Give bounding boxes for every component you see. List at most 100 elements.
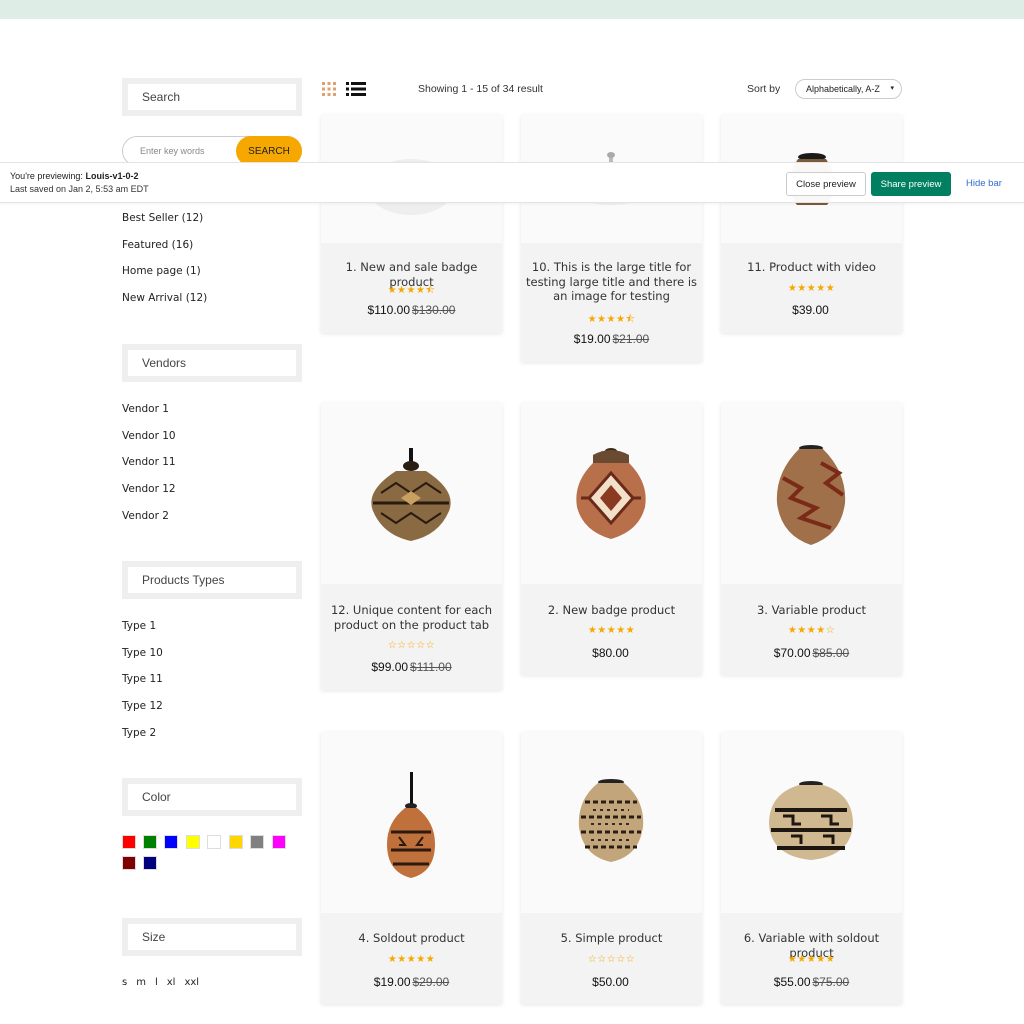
- color-swatch[interactable]: [186, 835, 200, 849]
- product-image-lidded-vase: [576, 448, 646, 539]
- product-card[interactable]: 3. Variable product ★★★★☆ $70.00 $85.00: [721, 403, 902, 675]
- product-price: $39.00: [721, 303, 902, 317]
- current-price: $110.00: [367, 303, 411, 317]
- preview-theme-name: Louis-v1-0-2: [85, 171, 139, 181]
- color-swatch[interactable]: [143, 856, 157, 870]
- product-card[interactable]: 12. Unique content for each product on t…: [321, 403, 502, 690]
- current-price: $55.00: [773, 975, 811, 989]
- type-link[interactable]: Type 11: [122, 672, 163, 699]
- collection-link[interactable]: Home page (1): [122, 264, 207, 291]
- current-price: $70.00: [773, 646, 811, 660]
- type-list: Type 1 Type 10 Type 11 Type 12 Type 2: [122, 619, 163, 752]
- old-price: $75.00: [812, 975, 850, 989]
- vendor-link[interactable]: Vendor 2: [122, 509, 176, 536]
- size-option[interactable]: s: [122, 977, 127, 988]
- color-swatch[interactable]: [122, 835, 136, 849]
- current-price: $39.00: [792, 303, 829, 317]
- old-price: $130.00: [412, 303, 456, 317]
- color-swatch[interactable]: [229, 835, 243, 849]
- product-title[interactable]: 11. Product with video: [725, 260, 898, 275]
- rating-stars: ★★★★⯪: [587, 314, 636, 325]
- list-view-icon[interactable]: [346, 82, 366, 96]
- color-swatch[interactable]: [164, 835, 178, 849]
- share-preview-button[interactable]: Share preview: [871, 172, 951, 196]
- hide-bar-link[interactable]: Hide bar: [966, 178, 1002, 189]
- type-link[interactable]: Type 1: [122, 619, 163, 646]
- preview-status: You're previewing: Louis-v1-0-2: [10, 171, 138, 181]
- product-image[interactable]: [721, 732, 902, 913]
- collection-link[interactable]: New Arrival (12): [122, 291, 207, 318]
- collection-link[interactable]: Featured (16): [122, 238, 207, 265]
- current-price: $99.00: [371, 660, 409, 674]
- color-swatch[interactable]: [143, 835, 157, 849]
- vendor-link[interactable]: Vendor 10: [122, 429, 176, 456]
- old-price: $85.00: [812, 646, 850, 660]
- product-card[interactable]: 1. New and sale badge product ★★★★⯪ $110…: [321, 115, 502, 333]
- size-option[interactable]: xxl: [184, 977, 199, 988]
- sort-value: Alphabetically, A-Z: [806, 84, 880, 94]
- sort-select[interactable]: Alphabetically, A-Z ▾: [795, 79, 902, 99]
- color-swatch[interactable]: [207, 835, 221, 849]
- size-option[interactable]: xl: [167, 977, 176, 988]
- vendors-heading: Vendors: [128, 350, 296, 376]
- product-card[interactable]: 2. New badge product ★★★★★ $80.00: [521, 403, 702, 675]
- product-card[interactable]: 4. Soldout product ★★★★★ $19.00 $29.00: [321, 732, 502, 1004]
- current-price: $19.00: [373, 975, 411, 989]
- chevron-down-icon: ▾: [890, 85, 894, 92]
- rating-stars: ★★★★★: [787, 954, 836, 965]
- product-card[interactable]: 11. Product with video ★★★★★ $39.00: [721, 115, 902, 333]
- product-title[interactable]: 10. This is the large title for testing …: [525, 260, 698, 304]
- type-link[interactable]: Type 10: [122, 646, 163, 673]
- vendor-link[interactable]: Vendor 11: [122, 455, 176, 482]
- product-image-vase: [578, 779, 644, 862]
- vendor-list: Vendor 1 Vendor 10 Vendor 11 Vendor 12 V…: [122, 402, 176, 535]
- product-title[interactable]: 2. New badge product: [525, 603, 698, 618]
- product-image[interactable]: [521, 403, 702, 584]
- rating-stars: ★★★★★: [787, 283, 836, 294]
- rating-stars: ☆☆☆☆☆: [387, 640, 436, 651]
- product-image[interactable]: [721, 403, 902, 584]
- grid-view-icon[interactable]: [322, 82, 336, 96]
- product-image[interactable]: [321, 732, 502, 913]
- vendor-link[interactable]: Vendor 12: [122, 482, 176, 509]
- rating-stars: ★★★★☆: [787, 625, 836, 636]
- size-option[interactable]: m: [136, 977, 146, 988]
- size-options: s m l xl xxl: [122, 977, 199, 988]
- type-link[interactable]: Type 12: [122, 699, 163, 726]
- collection-link[interactable]: Best Seller (12): [122, 211, 207, 238]
- old-price: $29.00: [412, 975, 450, 989]
- keyword-search-input[interactable]: [124, 138, 234, 164]
- type-link[interactable]: Type 2: [122, 726, 163, 753]
- product-image[interactable]: [521, 732, 702, 913]
- product-title[interactable]: 12. Unique content for each product on t…: [325, 603, 498, 632]
- product-price: $110.00 $130.00: [321, 303, 502, 317]
- product-title[interactable]: 3. Variable product: [725, 603, 898, 618]
- product-image-vase: [776, 445, 846, 545]
- collection-list: Best Seller (12) Featured (16) Home page…: [122, 211, 207, 318]
- product-title[interactable]: 4. Soldout product: [325, 931, 498, 946]
- rating-stars: ☆☆☆☆☆: [587, 954, 636, 965]
- product-price: $70.00 $85.00: [721, 646, 902, 660]
- vendor-link[interactable]: Vendor 1: [122, 402, 176, 429]
- size-heading: Size: [128, 924, 296, 950]
- current-price: $19.00: [573, 332, 611, 346]
- product-price: $99.00 $111.00: [321, 660, 502, 674]
- product-card[interactable]: 6. Variable with soldout product ★★★★★ $…: [721, 732, 902, 1004]
- product-card[interactable]: 5. Simple product ☆☆☆☆☆ $50.00: [521, 732, 702, 1004]
- product-card[interactable]: 10. This is the large title for testing …: [521, 115, 702, 362]
- types-heading: Products Types: [128, 567, 296, 593]
- color-swatch[interactable]: [272, 835, 286, 849]
- top-announcement-strip: [0, 0, 1024, 19]
- product-image-round-vase: [769, 781, 853, 860]
- old-price: $111.00: [410, 660, 452, 674]
- product-price: $55.00 $75.00: [721, 975, 902, 989]
- rating-stars: ★★★★★: [587, 625, 636, 636]
- product-price: $80.00: [521, 646, 702, 660]
- old-price: $21.00: [612, 332, 650, 346]
- product-title[interactable]: 5. Simple product: [525, 931, 698, 946]
- color-swatch[interactable]: [250, 835, 264, 849]
- close-preview-button[interactable]: Close preview: [786, 172, 866, 196]
- product-image[interactable]: [321, 403, 502, 584]
- color-swatch[interactable]: [122, 856, 136, 870]
- size-option[interactable]: l: [155, 977, 158, 988]
